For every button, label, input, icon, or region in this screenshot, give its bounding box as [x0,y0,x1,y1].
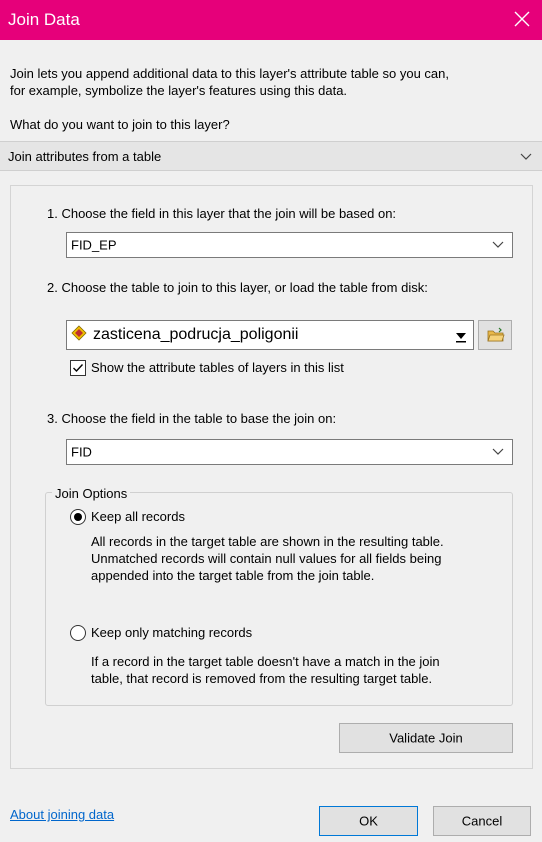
step3-label: 3. Choose the field in the table to base… [47,411,337,426]
close-icon[interactable] [508,5,536,33]
chevron-down-icon [492,448,504,455]
about-joining-data-link[interactable]: About joining data [10,807,114,822]
table-layer-icon [71,325,87,341]
layer-field-select[interactable]: FID_EP [66,232,513,258]
join-question: What do you want to join to this layer? [10,117,230,132]
window-title: Join Data [8,10,80,29]
keep-all-desc-2: Unmatched records will contain null valu… [91,551,442,566]
show-layer-tables-label: Show the attribute tables of layers in t… [91,360,344,375]
keep-all-records-label: Keep all records [91,509,185,524]
cancel-label: Cancel [461,813,503,829]
join-table-value: zasticena_podrucja_poligonii [93,326,299,343]
dropdown-arrow-icon [456,333,466,343]
join-type-select[interactable]: Join attributes from a table [0,141,542,171]
checkmark-icon [73,364,84,373]
ok-label: OK [359,813,378,829]
chevron-down-icon [520,153,532,160]
keep-matching-records-radio[interactable] [70,625,86,641]
keep-all-desc-1: All records in the target table are show… [91,534,444,549]
keep-matching-records-label: Keep only matching records [91,625,253,640]
keep-all-records-radio[interactable] [70,509,86,525]
join-field-value: FID [71,444,92,460]
join-field-select[interactable]: FID [66,439,513,465]
title-bar: Join Data [0,0,542,40]
join-table-select[interactable]: zasticena_podrucja_poligonii [66,320,474,350]
open-table-button[interactable] [478,320,512,350]
show-layer-tables-checkbox[interactable] [70,360,86,376]
validate-join-label: Validate Join [389,730,463,746]
validate-join-button[interactable]: Validate Join [339,723,513,753]
join-options-title: Join Options [52,486,131,501]
ok-button[interactable]: OK [319,806,418,836]
intro-line-1: Join lets you append additional data to … [10,66,449,81]
keep-all-desc-3: appended into the target table from the … [91,568,375,583]
step1-label: 1. Choose the field in this layer that t… [47,206,397,221]
keep-matching-desc-2: table, that record is removed from the r… [91,671,433,686]
step2-label: 2. Choose the table to join to this laye… [47,280,428,295]
cancel-button[interactable]: Cancel [433,806,531,836]
open-folder-icon [487,327,505,342]
radio-selected-dot [74,513,82,521]
chevron-down-icon [492,241,504,248]
join-type-value: Join attributes from a table [8,149,162,164]
intro-line-2: for example, symbolize the layer's featu… [10,83,348,98]
layer-field-value: FID_EP [71,237,117,253]
keep-matching-desc-1: If a record in the target table doesn't … [91,654,440,669]
